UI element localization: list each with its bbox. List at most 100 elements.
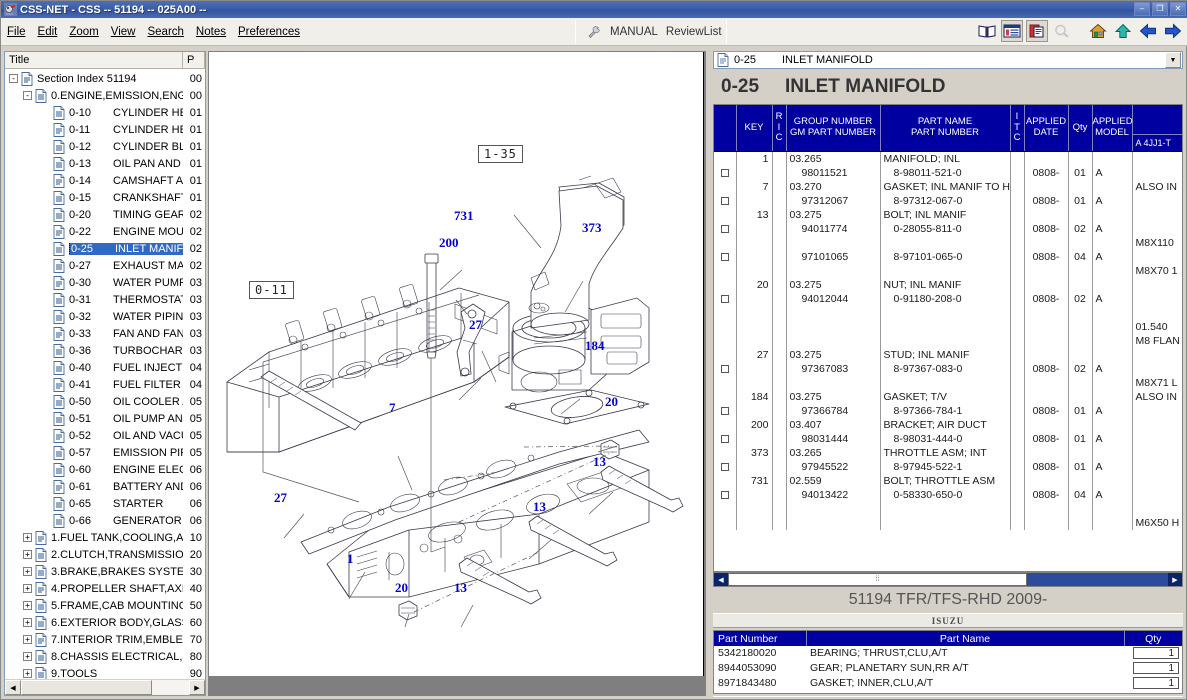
cart-row[interactable]: 8971843480GASKET; INNER,CLU,A/T1: [714, 676, 1182, 691]
row-checkbox[interactable]: [721, 407, 729, 415]
col-applied-date[interactable]: APPLIED DATE: [1024, 105, 1068, 152]
forward-arrow-icon[interactable]: [1162, 20, 1184, 42]
col-qty[interactable]: Qty: [1068, 105, 1092, 152]
row-checkbox-cell[interactable]: [714, 250, 736, 264]
menu-preferences[interactable]: Preferences: [232, 24, 306, 40]
row-checkbox-cell[interactable]: [714, 404, 736, 418]
tree-item-0-65[interactable]: 0-65STARTER06: [5, 495, 205, 512]
cart-row[interactable]: 5342180020BEARING; THRUST,CLU,A/T1: [714, 646, 1182, 661]
maximize-button[interactable]: ❐: [1152, 2, 1168, 16]
tree-item-0-60[interactable]: 0-60ENGINE ELECT..06: [5, 461, 205, 478]
window-controls[interactable]: – ❐ ✕: [1134, 2, 1186, 16]
cart-qty-cell[interactable]: 1: [1124, 676, 1182, 691]
cart-qty-input[interactable]: 1: [1133, 677, 1179, 689]
parts-table-row[interactable]: 103.265MANIFOLD; INL: [714, 152, 1183, 167]
expand-icon[interactable]: +: [23, 652, 32, 661]
tree-item-0-57[interactable]: 0-57EMISSION PIPI..05: [5, 444, 205, 461]
parts-table-row[interactable]: 973120678-97312-067-00808-01A: [714, 194, 1183, 208]
parts-table-row[interactable]: 980314448-98031-444-00808-01A: [714, 432, 1183, 446]
row-checkbox-cell[interactable]: [714, 180, 736, 194]
diagram-callout-373[interactable]: 373: [582, 220, 602, 236]
col-variant[interactable]: A 4JJ1-T: [1132, 105, 1183, 152]
col-part-name[interactable]: PART NAME PART NUMBER: [880, 105, 1010, 152]
tree-item-0-12[interactable]: 0-12CYLINDER BLO..01: [5, 138, 205, 155]
cart-table-body[interactable]: 5342180020BEARING; THRUST,CLU,A/T1894405…: [714, 646, 1182, 691]
parts-table-row[interactable]: 01.540: [714, 320, 1183, 334]
cart-qty-cell[interactable]: 1: [1124, 661, 1182, 676]
minimize-button[interactable]: –: [1134, 2, 1150, 16]
tree-item-6[interactable]: + 6.EXTERIOR BODY,GLASS ...60: [5, 614, 205, 631]
diagram-callout-13-mid[interactable]: 13: [533, 499, 546, 515]
parts-table-row[interactable]: M8 FLAN: [714, 334, 1183, 348]
parts-scroll-left-button[interactable]: ◀: [714, 573, 728, 586]
parts-table-row[interactable]: 971010658-97101-065-00808-04A: [714, 250, 1183, 264]
row-checkbox-cell[interactable]: [714, 306, 736, 320]
parts-table-row[interactable]: 973667848-97366-784-10808-01A: [714, 404, 1183, 418]
tree-item-8[interactable]: + 8.CHASSIS ELECTRICAL,H...80: [5, 648, 205, 665]
tree-item-0-51[interactable]: 0-51OIL PUMP AND..05: [5, 410, 205, 427]
expand-icon[interactable]: +: [23, 533, 32, 542]
tree-body[interactable]: - Section Index 5119400- 0.ENGINE,EMISSI…: [5, 69, 205, 679]
tree-item-2[interactable]: + 2.CLUTCH,TRANSMISSION..20: [5, 546, 205, 563]
tree-item-7[interactable]: + 7.INTERIOR TRIM,EMBLEM..70: [5, 631, 205, 648]
row-checkbox[interactable]: [721, 491, 729, 499]
parts-table-row[interactable]: 980115218-98011-521-00808-01A: [714, 166, 1183, 180]
expand-icon[interactable]: +: [23, 669, 32, 678]
menu-view[interactable]: View: [105, 24, 142, 40]
tree-item-0-31[interactable]: 0-31THERMOSTAT ..03: [5, 291, 205, 308]
tree-scroll-left-button[interactable]: ◀: [5, 680, 21, 695]
row-checkbox-cell[interactable]: [714, 194, 736, 208]
tree-scroll-track[interactable]: [21, 680, 189, 695]
diagram-viewer[interactable]: 1-35 0-11 731 200 373 27 184 7 20 13 13 …: [208, 51, 706, 696]
tree-item-0-52[interactable]: 0-52OIL AND VACU..05: [5, 427, 205, 444]
diagram-callout-13-bottom[interactable]: 13: [454, 580, 467, 596]
diagram-callout-27-bottom[interactable]: 27: [274, 490, 287, 506]
parts-table-row[interactable]: 37303.265THROTTLE ASM; INT: [714, 446, 1183, 460]
tree-item-0-20[interactable]: 0-20TIMING GEAR ..02: [5, 206, 205, 223]
row-checkbox[interactable]: [721, 253, 729, 261]
parts-table-row[interactable]: M8X70 1: [714, 264, 1183, 278]
diagram-callout-731[interactable]: 731: [454, 208, 474, 224]
diagram-callout-27-top[interactable]: 27: [469, 317, 482, 333]
tree-item-1[interactable]: + 1.FUEL TANK,COOLING,AI...10: [5, 529, 205, 546]
tree-item-0-13[interactable]: 0-13OIL PAN AND L..01: [5, 155, 205, 172]
parts-table-row[interactable]: 2003.275NUT; INL MANIF: [714, 278, 1183, 292]
cart-col-part-name[interactable]: Part Name: [806, 631, 1124, 646]
tree-item-3[interactable]: + 3.BRAKE,BRAKES SYSTEM30: [5, 563, 205, 580]
row-checkbox-cell[interactable]: [714, 348, 736, 362]
parts-table-row[interactable]: 20003.407BRACKET; AIR DUCT: [714, 418, 1183, 432]
row-checkbox-cell[interactable]: [714, 278, 736, 292]
chevron-down-icon[interactable]: ▼: [1165, 52, 1181, 68]
tree-item-0-27[interactable]: 0-27EXHAUST MAN..02: [5, 257, 205, 274]
tree-scroll-right-button[interactable]: ▶: [189, 680, 205, 695]
menu-file[interactable]: File: [1, 24, 32, 40]
tree-item-4[interactable]: + 4.PROPELLER SHAFT,AXLE..40: [5, 580, 205, 597]
parts-scroll-track[interactable]: ⁞⁞: [728, 573, 1168, 586]
cart-col-qty[interactable]: Qty: [1124, 631, 1182, 646]
expand-icon[interactable]: +: [23, 567, 32, 576]
row-checkbox-cell[interactable]: [714, 264, 736, 278]
zoom-search-icon[interactable]: [1051, 20, 1073, 42]
expand-icon[interactable]: +: [23, 601, 32, 610]
row-checkbox-cell[interactable]: [714, 474, 736, 488]
menu-zoom[interactable]: Zoom: [63, 24, 104, 40]
close-button[interactable]: ✕: [1170, 2, 1186, 16]
parts-table-row[interactable]: 703.270GASKET; INL MANIF TO HDALSO IN: [714, 180, 1183, 194]
tree-item-0[interactable]: - 0.ENGINE,EMISSION,ENGI...00: [5, 87, 205, 104]
row-checkbox[interactable]: [721, 197, 729, 205]
tree-item-0-36[interactable]: 0-36TURBOCHARG...03: [5, 342, 205, 359]
tree-item-0-14[interactable]: 0-14CAMSHAFT AN..01: [5, 172, 205, 189]
row-checkbox-cell[interactable]: [714, 376, 736, 390]
parts-table-container[interactable]: KEY R I C GROUP NUMBER GM PART NUMBER PA…: [713, 104, 1183, 572]
diagram-callout-7[interactable]: 7: [389, 400, 396, 416]
parts-hscrollbar[interactable]: ◀ ⁞⁞ ▶: [713, 572, 1183, 587]
expand-icon[interactable]: +: [23, 618, 32, 627]
diagram-callout-200[interactable]: 200: [439, 235, 459, 251]
parts-table-row[interactable]: M6X50 H: [714, 516, 1183, 530]
cart-col-part-number[interactable]: Part Number: [714, 631, 806, 646]
tree-item-0-61[interactable]: 0-61BATTERY AND ..06: [5, 478, 205, 495]
parts-table-row[interactable]: 940117740-28055-811-00808-02A: [714, 222, 1183, 236]
tree-item-0-32[interactable]: 0-32WATER PIPIN..03: [5, 308, 205, 325]
tree-scroll-thumb[interactable]: [21, 680, 152, 695]
expand-icon[interactable]: +: [23, 584, 32, 593]
